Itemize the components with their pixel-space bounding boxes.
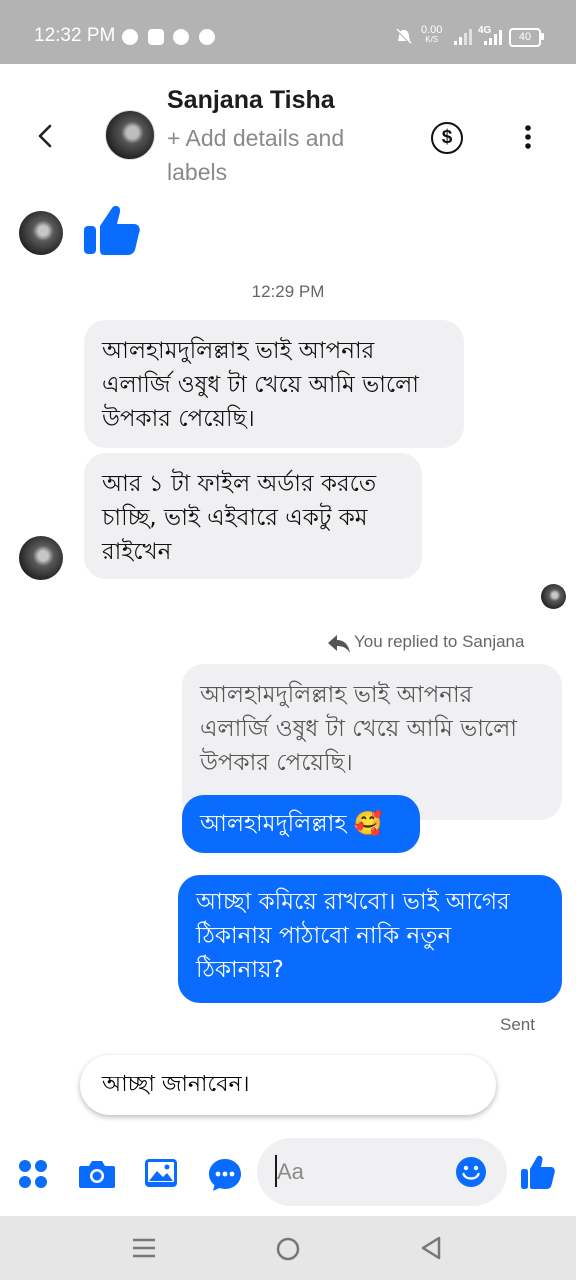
signal-icon-1 <box>454 29 472 45</box>
reply-note: You replied to Sanjana <box>354 632 525 651</box>
sent-status: Sent <box>500 1015 535 1034</box>
contact-name[interactable]: Sanjana Tisha <box>167 86 335 115</box>
incoming-message-bubble[interactable]: আলহামদুলিল্লাহ ভাই আপনার এলার্জি ওষুধ টা… <box>84 320 464 448</box>
signal-icon-2 <box>484 30 502 45</box>
read-receipt-avatar <box>541 584 566 609</box>
gallery-icon[interactable] <box>144 1158 178 1188</box>
incoming-message-bubble[interactable]: আর ১ টা ফাইল অর্ডার করতে চাচ্ছি, ভাই এইব… <box>84 453 422 579</box>
smiling-hearts-emoji: 🥰 <box>353 811 383 837</box>
mute-bell-icon <box>396 28 412 45</box>
like-button-icon[interactable] <box>520 1154 556 1190</box>
back-button[interactable] <box>30 118 62 154</box>
incoming-message-text: আর ১ টা ফাইল অর্ডার করতে চাচ্ছি, ভাই এইব… <box>102 471 377 565</box>
reply-arrow-icon <box>328 635 350 653</box>
more-options-icon[interactable] <box>516 122 540 152</box>
contact-avatar[interactable] <box>105 110 155 160</box>
menu-grid-icon[interactable] <box>17 1158 49 1190</box>
incoming-message-text: আলহামদুলিল্লাহ ভাই আপনার এলার্জি ওষুধ টা… <box>102 338 419 432</box>
message-timestamp: 12:29 PM <box>251 282 325 301</box>
smart-reply-suggestion[interactable]: আচ্ছা জানাবেন। <box>80 1055 496 1115</box>
outgoing-reply-bubble[interactable]: আলহামদুলিল্লাহ 🥰 <box>182 795 420 853</box>
emoji-icon[interactable] <box>455 1156 487 1188</box>
contact-avatar-small <box>19 536 63 580</box>
payment-button[interactable]: $ <box>431 122 463 154</box>
net-speed: 0.00 K/S <box>421 25 442 45</box>
net-speed-value: 0.00 <box>421 24 443 36</box>
outgoing-message-bubble[interactable]: আচ্ছা কমিয়ে রাখবো। ভাই আগের ঠিকানায় পা… <box>178 875 562 1003</box>
voice-chat-icon[interactable] <box>207 1157 243 1193</box>
home-icon[interactable] <box>275 1236 301 1262</box>
thumbs-up-sticker-icon <box>84 205 140 255</box>
text-caret <box>275 1155 277 1187</box>
contact-avatar-small <box>19 211 63 255</box>
messenger-icon-2 <box>199 29 215 45</box>
camera-icon[interactable] <box>78 1158 116 1190</box>
add-details-link[interactable]: + Add details and labels <box>167 121 407 189</box>
battery-icon: 40 <box>509 28 541 47</box>
status-time: 12:32 PM <box>34 25 116 46</box>
chat-icon <box>148 29 164 45</box>
battery-tip <box>541 33 544 40</box>
outgoing-reply-text: আলহামদুলিল্লাহ <box>200 811 347 837</box>
recent-apps-icon[interactable] <box>131 1236 157 1260</box>
quoted-message-text: আলহামদুলিল্লাহ ভাই আপনার এলার্জি ওষুধ টা… <box>200 682 517 776</box>
whatsapp-icon <box>122 29 138 45</box>
net-speed-unit: K/S <box>425 35 439 44</box>
messenger-icon <box>173 29 189 45</box>
back-nav-icon[interactable] <box>419 1235 443 1261</box>
outgoing-message-text: আচ্ছা কমিয়ে রাখবো। ভাই আগের ঠিকানায় পা… <box>196 889 510 983</box>
